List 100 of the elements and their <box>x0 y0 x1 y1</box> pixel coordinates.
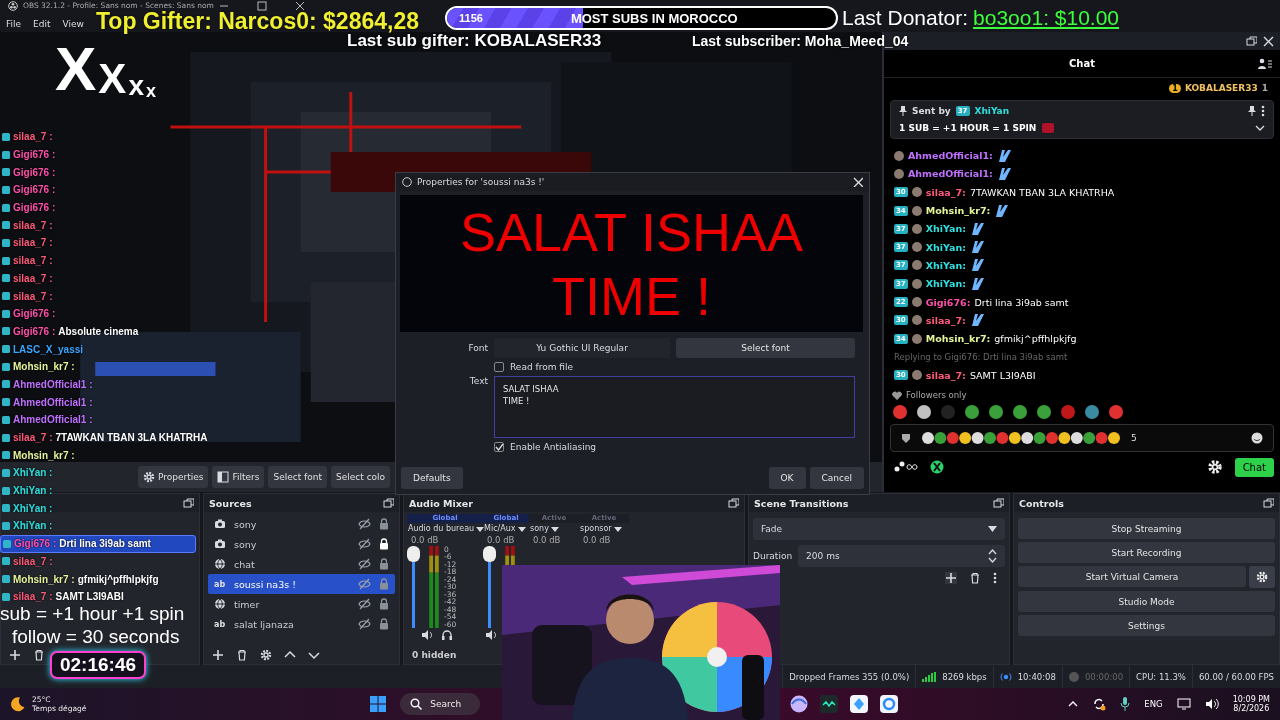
menu-item[interactable]: Edit <box>33 19 51 29</box>
text-input-field[interactable]: SALAT ISHAA TIME ! <box>494 376 855 438</box>
username[interactable]: silaa_7: <box>925 186 966 198</box>
points-icon[interactable] <box>894 461 918 473</box>
sync-icon[interactable] <box>1092 697 1107 711</box>
username[interactable]: Gigi676: <box>925 296 971 308</box>
spin-arrows-icon[interactable] <box>988 548 997 564</box>
menu-item[interactable]: File <box>6 19 22 29</box>
lock-icon[interactable] <box>379 538 389 550</box>
float-icon[interactable] <box>383 497 394 509</box>
clock-time[interactable]: 10:09 PM <box>1232 695 1270 704</box>
search-field[interactable]: Search <box>400 693 481 715</box>
channel-select[interactable]: sony <box>529 524 579 534</box>
chevron-down-icon[interactable] <box>1255 125 1265 131</box>
transition-select[interactable]: Fade <box>753 518 1005 540</box>
defaults-button[interactable]: Defaults <box>401 467 463 489</box>
pin-icon[interactable] <box>1248 106 1256 116</box>
channel-select[interactable]: Mic/Aux <box>483 524 529 534</box>
float-icon[interactable] <box>728 497 739 509</box>
visibility-icon[interactable] <box>358 618 371 630</box>
cancel-button[interactable]: Cancel <box>809 467 864 489</box>
close-icon[interactable] <box>853 177 863 187</box>
start-icon[interactable] <box>370 696 387 712</box>
settings-icon[interactable] <box>1249 566 1275 588</box>
app-icon[interactable] <box>850 695 869 713</box>
add-icon[interactable] <box>945 572 957 584</box>
menu-item[interactable]: View <box>62 19 84 29</box>
toolbar-button[interactable]: Select font <box>268 466 327 488</box>
control-button[interactable]: Start Recording <box>1018 542 1275 563</box>
settings-icon[interactable] <box>260 649 272 661</box>
headphones-icon[interactable] <box>441 629 453 641</box>
source-item[interactable]: ab soussi na3s ! <box>208 574 395 594</box>
toolbar-button[interactable]: Properties <box>138 466 209 488</box>
maximize-icon[interactable] <box>256 1 267 11</box>
visibility-icon[interactable] <box>358 518 371 530</box>
control-button[interactable]: Start Virtual Camera <box>1018 566 1246 587</box>
app-icon[interactable] <box>790 695 809 713</box>
delete-icon[interactable] <box>236 649 248 661</box>
chat-input-field[interactable]: 5 <box>890 424 1274 452</box>
source-item[interactable]: sony <box>208 534 395 554</box>
username[interactable]: AhmedOfficial1: <box>908 150 993 162</box>
caret-up-icon[interactable] <box>1068 701 1079 707</box>
speaker-icon[interactable] <box>485 629 497 641</box>
settings-icon[interactable] <box>1206 459 1223 475</box>
user-list-icon[interactable] <box>1258 58 1272 70</box>
ok-button[interactable]: OK <box>768 467 806 489</box>
toolbar-button[interactable]: Select colo <box>331 466 391 488</box>
source-item[interactable]: ab salat ljanaza <box>208 614 395 634</box>
float-icon[interactable] <box>993 497 1004 509</box>
close-icon[interactable] <box>1263 35 1274 47</box>
username[interactable]: XhiYan: <box>925 259 967 271</box>
emoji-icon[interactable] <box>1251 432 1263 444</box>
checkbox[interactable]: Read from file <box>494 362 573 372</box>
duration-field[interactable]: 200 ms <box>798 545 1005 567</box>
clock-date[interactable]: 8/2/2026 <box>1233 704 1270 713</box>
username[interactable]: XhiYan <box>974 106 1010 116</box>
visibility-icon[interactable] <box>358 538 371 550</box>
username[interactable]: Mohsin_kr7: <box>925 333 991 345</box>
control-button[interactable]: Stop Streaming <box>1018 518 1275 539</box>
float-icon[interactable] <box>1246 35 1257 47</box>
add-icon[interactable] <box>212 649 224 661</box>
language-indicator[interactable]: ENG <box>1144 699 1163 709</box>
visibility-icon[interactable] <box>358 558 371 570</box>
username[interactable]: AhmedOfficial1: <box>908 168 993 180</box>
float-icon[interactable] <box>1263 497 1274 509</box>
extension-icon[interactable] <box>930 460 944 474</box>
username[interactable]: XhiYan: <box>925 223 967 235</box>
float-icon[interactable] <box>183 497 194 509</box>
username[interactable]: XhiYan: <box>925 241 967 253</box>
add-icon[interactable] <box>9 649 21 661</box>
more-icon[interactable] <box>993 572 997 584</box>
display-icon[interactable] <box>1176 698 1191 710</box>
app-icon[interactable] <box>820 695 839 713</box>
toolbar-button[interactable]: Filters <box>212 466 265 488</box>
microphone-icon[interactable] <box>1120 697 1131 711</box>
username[interactable]: Mohsin_kr7: <box>925 205 991 217</box>
visibility-icon[interactable] <box>358 598 371 610</box>
source-item[interactable]: sony <box>208 514 395 534</box>
close-icon[interactable] <box>294 1 305 11</box>
username[interactable]: silaa_7: <box>925 314 966 326</box>
username[interactable]: XhiYan: <box>925 278 967 290</box>
app-icon[interactable] <box>880 695 899 713</box>
source-item[interactable]: chat <box>208 554 395 574</box>
delete-icon[interactable] <box>969 572 981 584</box>
select-font-button[interactable]: Select font <box>676 338 855 358</box>
move-down-icon[interactable] <box>308 649 320 661</box>
visibility-icon[interactable] <box>358 578 371 590</box>
more-icon[interactable] <box>1261 105 1265 117</box>
checkbox[interactable]: Enable Antialiasing <box>494 442 597 452</box>
control-button[interactable]: Settings <box>1018 615 1275 636</box>
username[interactable]: silaa_7: <box>925 369 966 381</box>
username: XhiYan : <box>13 467 53 479</box>
chat-send-button[interactable]: Chat <box>1234 457 1274 477</box>
source-item[interactable]: timer <box>208 594 395 614</box>
volume-icon[interactable] <box>1204 698 1219 710</box>
channel-select[interactable]: sponsor <box>579 524 629 534</box>
delete-icon[interactable] <box>33 649 45 661</box>
control-button[interactable]: Studio Mode <box>1018 591 1275 612</box>
leader-name[interactable]: KOBALASER33 <box>1184 83 1258 93</box>
speaker-icon[interactable] <box>421 629 433 641</box>
